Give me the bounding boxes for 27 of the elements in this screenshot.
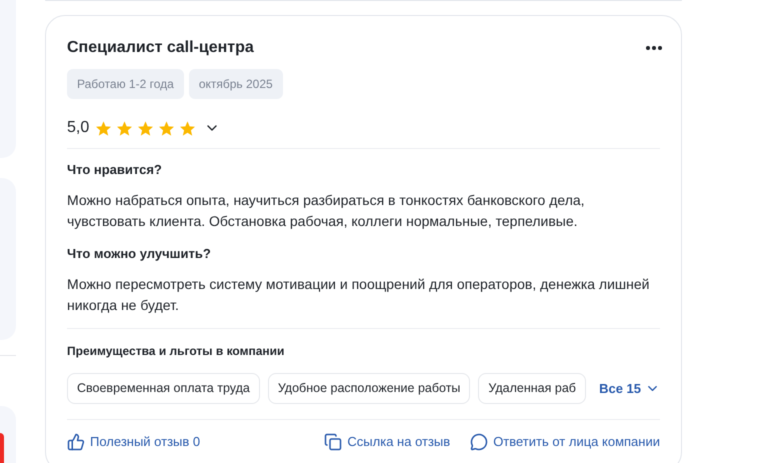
more-icon: [646, 46, 662, 50]
star-icon: [179, 120, 196, 136]
tag: октябрь 2025: [188, 69, 283, 99]
benefit-chip: Своевременная оплата труда: [67, 373, 260, 404]
star-icon: [116, 120, 134, 136]
review-title: Специалист call-центра: [67, 38, 254, 58]
thumbs-up-icon: [67, 432, 85, 450]
action-link[interactable]: Ответить от лица компании: [470, 432, 660, 452]
show-all-button[interactable]: Все 15: [599, 378, 660, 398]
section-heading: Что нравится?: [67, 161, 163, 179]
tag: Работаю 1-2 года: [67, 69, 184, 99]
more-button[interactable]: [646, 46, 662, 50]
copy-icon: [324, 432, 342, 450]
section-heading: Что можно улучшить?: [67, 245, 212, 263]
benefits-title: Преимущества и льготы в компании: [67, 343, 286, 360]
star-icon: [95, 120, 112, 136]
action-link[interactable]: Ссылка на отзыв: [324, 432, 450, 452]
side-marker: [0, 432, 4, 463]
benefit-chip: Удаленная раб: [478, 373, 586, 404]
benefit-chip: Удобное расположение работы: [268, 373, 470, 404]
action-link[interactable]: Полезный отзыв 0: [67, 432, 200, 452]
star-icon: [137, 120, 154, 136]
section-text: Можно набраться опыта, научиться разбираться в тонкостях банковского дела, чувствовать клиента. Обстановка рабочая, коллеги нормальные, терпеливые.: [67, 191, 586, 231]
section-text: Можно пересмотреть систему мотивации и поощрений для операторов, денежка лишней никогда не будет.: [67, 275, 650, 315]
star-icon: [158, 120, 176, 136]
chat-icon: [470, 432, 488, 450]
rating-value: 5,0: [67, 118, 90, 138]
